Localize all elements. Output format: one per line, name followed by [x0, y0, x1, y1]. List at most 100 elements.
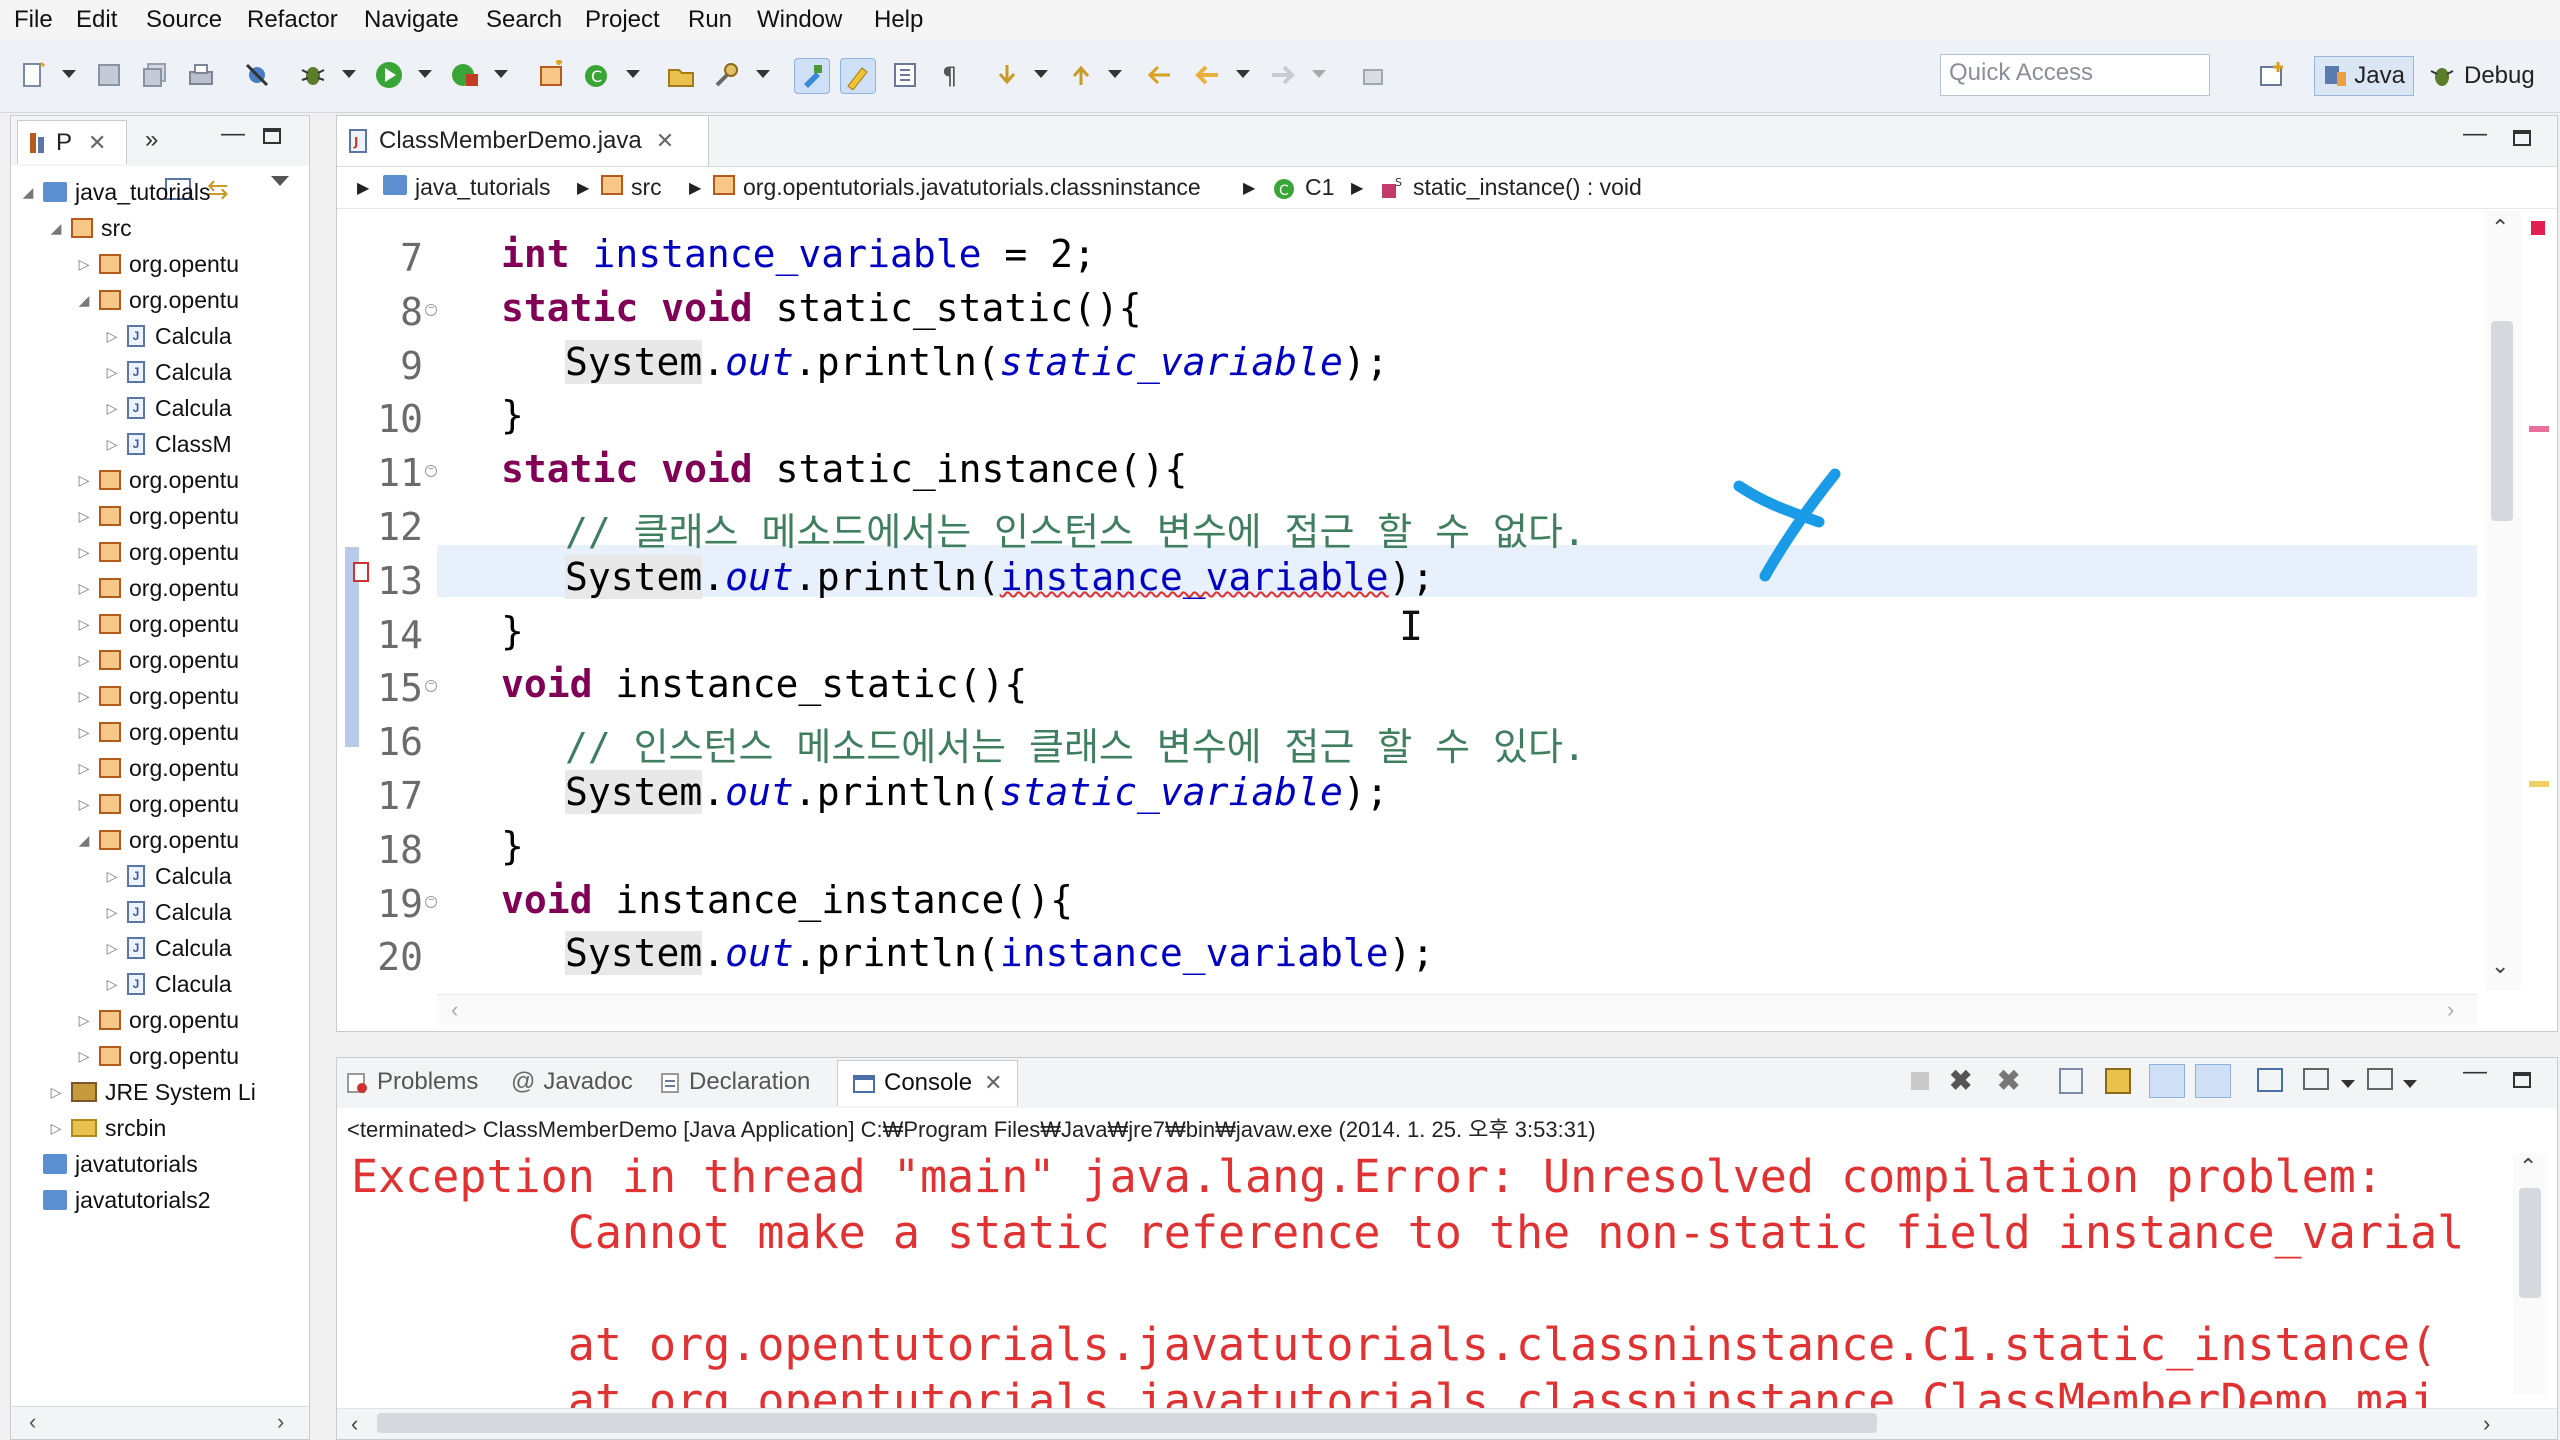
search-dropdown-icon[interactable] [756, 70, 770, 78]
previous-annotation-dropdown-icon[interactable] [1108, 70, 1122, 78]
new-java-package-icon[interactable] [534, 58, 568, 92]
external-tools-dropdown-icon[interactable] [494, 70, 508, 78]
tree-item[interactable]: ▷ org.opentu [77, 642, 239, 678]
debug-dropdown-icon[interactable] [342, 70, 356, 78]
scroll-up-icon[interactable]: ⌃ [2491, 215, 2509, 241]
tab-javadoc[interactable]: @ Javadoc [511, 1068, 633, 1096]
terminate-icon[interactable] [1911, 1072, 1929, 1090]
external-tools-icon[interactable] [448, 58, 482, 92]
breadcrumb-item-src[interactable]: src [601, 174, 662, 201]
pin-console-icon[interactable] [2257, 1068, 2283, 1092]
tree-item[interactable]: ▷ JRE System Li [49, 1074, 256, 1110]
tree-item[interactable]: ▷ J Calcula [105, 930, 232, 966]
quick-access-input[interactable]: Quick Access [1940, 54, 2210, 96]
console-minimize-icon[interactable]: — [2463, 1058, 2487, 1086]
collapsed-arrow-icon[interactable]: ▷ [77, 1012, 91, 1029]
tree-item[interactable]: ▷ J Calcula [105, 894, 232, 930]
clear-console-icon[interactable] [2059, 1068, 2083, 1094]
debug-icon[interactable] [296, 58, 330, 92]
console-maximize-icon[interactable] [2513, 1072, 2531, 1088]
fold-toggle-icon[interactable]: − [425, 303, 437, 316]
tree-item[interactable]: javatutorials [21, 1146, 198, 1182]
editor-vertical-scrollbar[interactable]: ⌃ ⌄ [2485, 211, 2521, 991]
scroll-lock-icon[interactable] [2105, 1068, 2131, 1094]
breadcrumb-item-class[interactable]: C C1 [1271, 174, 1334, 202]
collapsed-arrow-icon[interactable]: ▷ [77, 652, 91, 669]
collapsed-arrow-icon[interactable]: ▷ [105, 940, 119, 957]
scroll-right-icon[interactable]: › [2447, 997, 2454, 1023]
maximize-icon[interactable] [263, 128, 281, 144]
fold-toggle-icon[interactable]: − [425, 680, 437, 693]
tree-item[interactable]: ▷ org.opentu [77, 1038, 239, 1074]
close-icon[interactable]: ✕ [88, 130, 106, 156]
menu-run[interactable]: Run [688, 6, 732, 34]
scroll-right-icon[interactable]: › [2483, 1411, 2490, 1437]
display-selected-console-icon[interactable] [2303, 1068, 2329, 1090]
breadcrumb-item-project[interactable]: java_tutorials [383, 174, 551, 201]
close-icon[interactable]: ✕ [984, 1070, 1002, 1095]
scroll-right-icon[interactable]: › [277, 1409, 284, 1435]
open-perspective-icon[interactable] [2256, 58, 2290, 92]
scroll-left-icon[interactable]: ‹ [29, 1409, 36, 1435]
close-tab-icon[interactable]: ✕ [656, 128, 674, 154]
editor-minimize-icon[interactable]: — [2463, 120, 2487, 148]
collapsed-arrow-icon[interactable]: ▷ [77, 508, 91, 525]
expanded-arrow-icon[interactable]: ◢ [21, 184, 35, 201]
editor-maximize-icon[interactable] [2513, 130, 2531, 146]
open-console-icon[interactable] [2367, 1068, 2393, 1090]
remove-all-terminated-icon[interactable]: ✖ [1997, 1064, 2020, 1097]
error-location-mark[interactable] [2529, 426, 2549, 432]
pin-editor-icon[interactable] [1356, 58, 1390, 92]
breadcrumb-item-method[interactable]: Sstatic_instance() : void [1379, 174, 1642, 202]
menu-source[interactable]: Source [146, 6, 222, 34]
skip-breakpoints-icon[interactable] [240, 58, 274, 92]
collapsed-arrow-icon[interactable]: ▷ [77, 544, 91, 561]
tree-item[interactable]: ▷ org.opentu [77, 534, 239, 570]
expanded-arrow-icon[interactable]: ◢ [49, 220, 63, 237]
save-all-icon[interactable] [138, 58, 172, 92]
collapsed-arrow-icon[interactable]: ▷ [105, 436, 119, 453]
search-icon[interactable] [710, 58, 744, 92]
tree-item[interactable]: ▷ org.opentu [77, 606, 239, 642]
tree-item[interactable]: ▷ org.opentu [77, 1002, 239, 1038]
tree-item[interactable]: ▷ J Calcula [105, 858, 232, 894]
last-edit-location-icon[interactable] [1142, 58, 1176, 92]
view-menu-icon[interactable] [271, 176, 289, 186]
scrollbar-thumb[interactable] [377, 1413, 1877, 1433]
tree-item[interactable]: ◢ java_tutorials [21, 174, 211, 210]
perspective-java-button[interactable]: Java [2314, 56, 2414, 96]
collapsed-arrow-icon[interactable]: ▷ [77, 760, 91, 777]
editor-tab-classmemberdemo[interactable]: J ClassMemberDemo.java ✕ [337, 116, 709, 166]
forward-icon[interactable] [1266, 58, 1300, 92]
collapsed-arrow-icon[interactable]: ▷ [105, 868, 119, 885]
collapsed-arrow-icon[interactable]: ▷ [77, 724, 91, 741]
expanded-arrow-icon[interactable]: ◢ [77, 292, 91, 309]
tree-item[interactable]: ▷ J Calcula [105, 318, 232, 354]
tree-item[interactable]: ◢ org.opentu [77, 282, 239, 318]
menu-project[interactable]: Project [585, 6, 660, 34]
package-explorer-tab[interactable]: P ✕ [17, 120, 127, 164]
tree-item[interactable]: ▷ org.opentu [77, 498, 239, 534]
tree-item[interactable]: ▷ srcbin [49, 1110, 167, 1146]
next-annotation-dropdown-icon[interactable] [1034, 70, 1048, 78]
new-dropdown-icon[interactable] [62, 70, 76, 78]
editor-horizontal-scrollbar[interactable]: ‹ › [437, 994, 2477, 1025]
open-type-icon[interactable] [664, 58, 698, 92]
tree-item[interactable]: ▷ J Clacula [105, 966, 232, 1002]
collapsed-arrow-icon[interactable]: ▷ [77, 616, 91, 633]
scroll-down-icon[interactable]: ⌄ [2491, 953, 2509, 979]
save-icon[interactable] [92, 58, 126, 92]
tree-item[interactable]: ▷ org.opentu [77, 786, 239, 822]
tree-item[interactable]: ▷ J Calcula [105, 354, 232, 390]
collapsed-arrow-icon[interactable]: ▷ [77, 688, 91, 705]
menu-search[interactable]: Search [486, 6, 562, 34]
new-java-class-icon[interactable]: C [580, 58, 614, 92]
tree-item[interactable]: ▷ org.opentu [77, 714, 239, 750]
show-on-stdout-icon[interactable] [2149, 1064, 2185, 1098]
scrollbar-thumb[interactable] [2519, 1188, 2541, 1298]
next-annotation-icon[interactable] [990, 58, 1024, 92]
tree-horizontal-scrollbar[interactable]: ‹ › [11, 1406, 309, 1439]
tab-console[interactable]: Console ✕ [837, 1060, 1018, 1106]
tree-item[interactable]: ▷ org.opentu [77, 462, 239, 498]
menu-help[interactable]: Help [874, 6, 923, 34]
